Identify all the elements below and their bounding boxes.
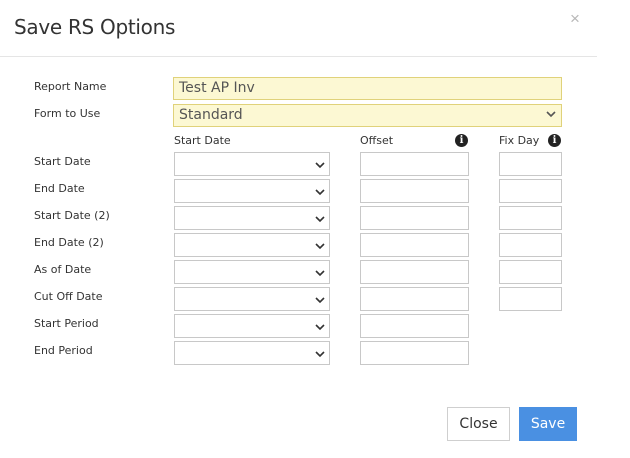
- fix-day-info-icon[interactable]: i: [548, 134, 561, 147]
- report-name-input[interactable]: Test AP Inv: [173, 77, 562, 100]
- row-label: End Date: [34, 182, 85, 195]
- save-button[interactable]: Save: [519, 407, 577, 441]
- dialog-title: Save RS Options: [14, 15, 176, 39]
- chevron-down-icon: [315, 162, 325, 169]
- chevron-down-icon: [315, 243, 325, 250]
- close-button[interactable]: Close: [447, 407, 510, 441]
- chevron-down-icon: [315, 270, 325, 277]
- chevron-down-icon: [546, 111, 556, 118]
- offset-input[interactable]: [360, 233, 469, 257]
- offset-column-header: Offset: [360, 134, 394, 147]
- fix-day-input[interactable]: [499, 260, 562, 284]
- fix-day-input[interactable]: [499, 287, 562, 311]
- form-to-use-value: Standard: [179, 107, 243, 123]
- save-rs-options-dialog: Save RS Options × Report Name Test AP In…: [0, 0, 600, 458]
- fix-day-input[interactable]: [499, 233, 562, 257]
- start-date-select[interactable]: [174, 179, 330, 203]
- row-label: Cut Off Date: [34, 290, 103, 303]
- offset-input[interactable]: [360, 314, 469, 338]
- start-date-select[interactable]: [174, 233, 330, 257]
- chevron-down-icon: [315, 324, 325, 331]
- row-label: Start Date: [34, 155, 91, 168]
- form-to-use-label: Form to Use: [34, 107, 101, 120]
- fix-day-input[interactable]: [499, 179, 562, 203]
- start-date-select[interactable]: [174, 152, 330, 176]
- fix-day-column-header: Fix Day: [499, 134, 540, 147]
- chevron-down-icon: [315, 216, 325, 223]
- fix-day-input[interactable]: [499, 206, 562, 230]
- offset-input[interactable]: [360, 152, 469, 176]
- chevron-down-icon: [315, 297, 325, 304]
- start-date-column-header: Start Date: [174, 134, 231, 147]
- row-label: As of Date: [34, 263, 92, 276]
- offset-input[interactable]: [360, 206, 469, 230]
- offset-input[interactable]: [360, 179, 469, 203]
- start-date-select[interactable]: [174, 287, 330, 311]
- dialog-header: Save RS Options ×: [0, 0, 597, 57]
- start-date-select[interactable]: [174, 341, 330, 365]
- chevron-down-icon: [315, 351, 325, 358]
- chevron-down-icon: [315, 189, 325, 196]
- row-label: End Date (2): [34, 236, 104, 249]
- form-to-use-select[interactable]: Standard: [173, 104, 562, 127]
- offset-input[interactable]: [360, 260, 469, 284]
- row-label: Start Date (2): [34, 209, 110, 222]
- offset-info-icon[interactable]: i: [455, 134, 468, 147]
- fix-day-input[interactable]: [499, 152, 562, 176]
- offset-input[interactable]: [360, 341, 469, 365]
- close-icon[interactable]: ×: [570, 9, 580, 29]
- offset-input[interactable]: [360, 287, 469, 311]
- start-date-select[interactable]: [174, 260, 330, 284]
- row-label: Start Period: [34, 317, 99, 330]
- report-name-label: Report Name: [34, 80, 107, 93]
- row-label: End Period: [34, 344, 93, 357]
- start-date-select[interactable]: [174, 314, 330, 338]
- start-date-select[interactable]: [174, 206, 330, 230]
